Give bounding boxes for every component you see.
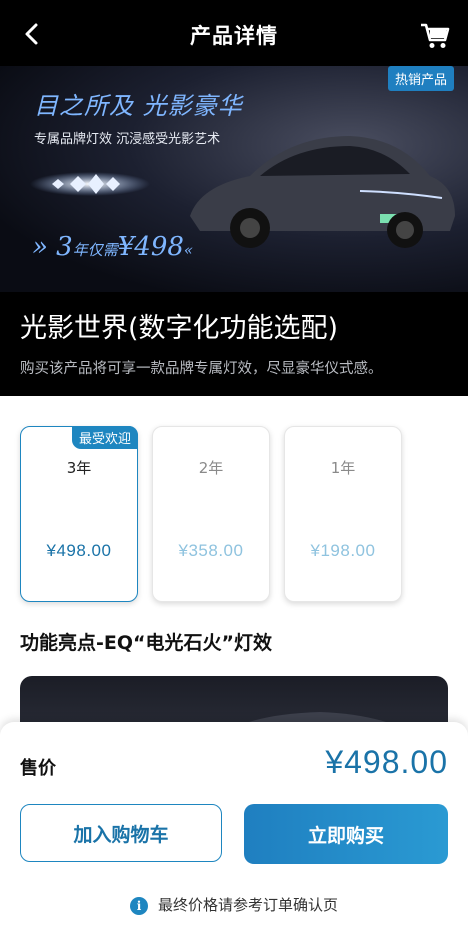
plan-period: 1年 bbox=[330, 459, 356, 477]
plan-option-2-year[interactable]: 2年 ¥358.00 bbox=[152, 426, 270, 602]
car-illustration bbox=[190, 136, 455, 248]
plan-price: ¥198.00 bbox=[310, 541, 376, 560]
plan-option-3-year[interactable]: 最受欢迎 3年 ¥498.00 bbox=[20, 426, 138, 602]
product-description: 购买该产品将可享一款品牌专属灯效，尽显豪华仪式感。 bbox=[20, 361, 383, 377]
page-title: 产品详情 bbox=[190, 24, 278, 48]
feature-highlight-title: 功能亮点-EQ“电光石火”灯效 bbox=[20, 632, 272, 654]
info-icon: i bbox=[129, 896, 148, 915]
product-banner-image: 热销产品 目之所及 光影豪华 专属品牌灯效 沉浸感受光影艺术 » 3年仅需¥49… bbox=[0, 66, 468, 292]
plan-period: 2年 bbox=[198, 459, 224, 477]
plan-period: 3年 bbox=[66, 459, 92, 477]
banner-slogan: 目之所及 光影豪华 bbox=[34, 92, 243, 120]
plan-price: ¥498.00 bbox=[46, 541, 112, 560]
price-notice: i 最终价格请参考订单确认页 bbox=[0, 894, 468, 915]
add-to-cart-button[interactable]: 加入购物车 bbox=[20, 804, 222, 862]
buy-now-button[interactable]: 立即购买 bbox=[244, 804, 448, 864]
most-popular-badge: 最受欢迎 bbox=[71, 426, 138, 449]
hot-product-badge: 热销产品 bbox=[387, 66, 454, 91]
banner-price-slogan: » 3年仅需¥498« bbox=[32, 232, 194, 262]
plan-price: ¥358.00 bbox=[178, 541, 244, 560]
top-nav-bar: 产品详情 bbox=[0, 0, 468, 66]
sale-price-value: ¥498.00 bbox=[325, 744, 448, 780]
price-notice-text: 最终价格请参考订单确认页 bbox=[157, 896, 338, 914]
product-hero: 热销产品 目之所及 光影豪华 专属品牌灯效 沉浸感受光影艺术 » 3年仅需¥49… bbox=[0, 66, 468, 396]
cart-icon[interactable] bbox=[420, 22, 450, 50]
banner-sub-slogan: 专属品牌灯效 沉浸感受光影艺术 bbox=[34, 132, 221, 147]
plan-option-1-year[interactable]: 1年 ¥198.00 bbox=[284, 426, 402, 602]
light-effect-graphic bbox=[30, 172, 150, 196]
purchase-panel: 售价 ¥498.00 加入购物车 立即购买 i 最终价格请参考订单确认页 bbox=[0, 722, 468, 928]
product-title: 光影世界(数字化功能选配) bbox=[20, 313, 339, 344]
sale-price-label: 售价 bbox=[20, 758, 56, 779]
